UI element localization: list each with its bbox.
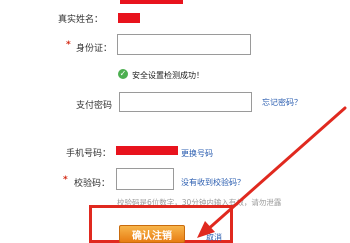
annotation-arrow — [197, 106, 347, 238]
